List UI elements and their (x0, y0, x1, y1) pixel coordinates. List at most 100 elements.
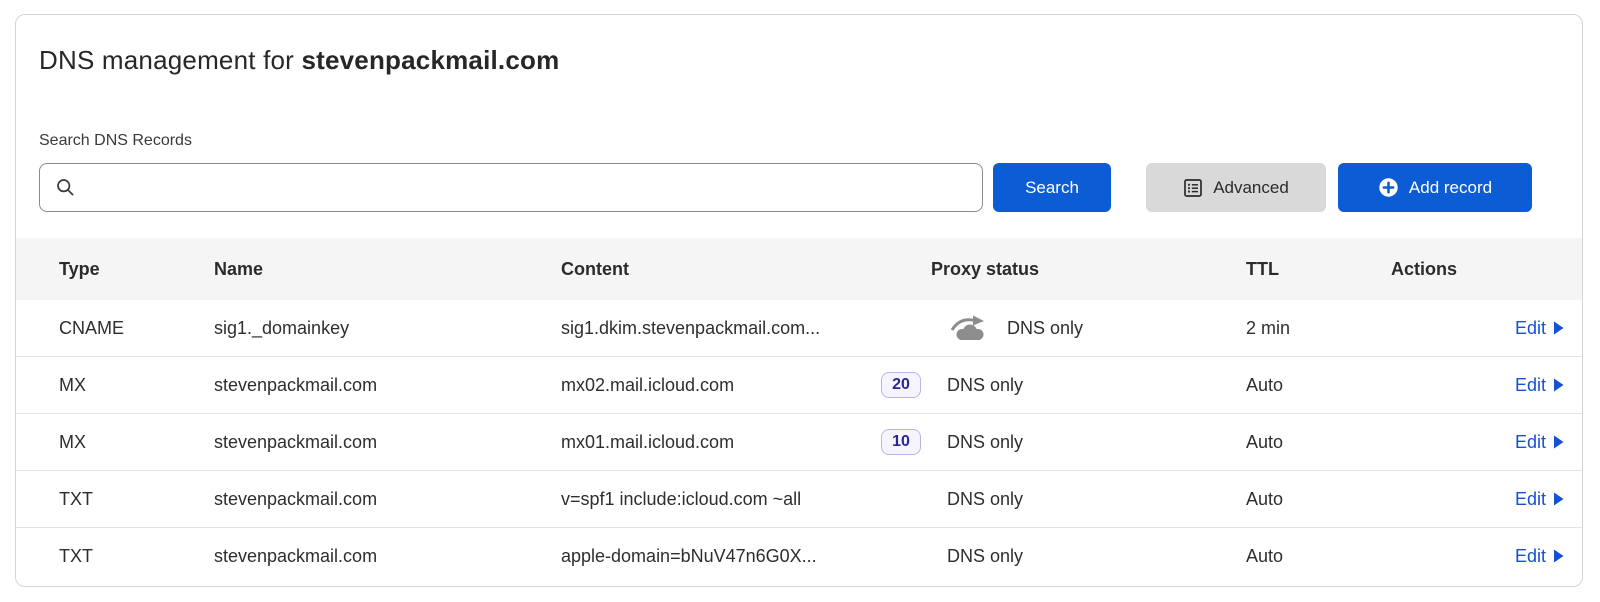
add-record-button[interactable]: Add record (1338, 163, 1532, 212)
record-type: CNAME (59, 318, 124, 338)
record-name: stevenpackmail.com (214, 546, 377, 566)
record-type-cell: CNAME (16, 318, 214, 339)
record-ttl: Auto (1246, 546, 1283, 566)
record-content: mx01.mail.icloud.com (561, 432, 734, 453)
record-actions-cell: Edit (1391, 489, 1582, 510)
record-type: TXT (59, 489, 93, 509)
search-input-container[interactable] (39, 163, 983, 212)
dns-management-card: DNS management for stevenpackmail.com Se… (15, 14, 1583, 587)
header-name: Name (214, 259, 561, 280)
record-ttl: 2 min (1246, 318, 1290, 338)
edit-link-label: Edit (1515, 546, 1546, 567)
proxy-status-cell: DNS only (931, 313, 1246, 343)
record-name-cell: stevenpackmail.com (214, 432, 561, 453)
proxy-status-cell: DNS only (931, 375, 1246, 396)
edit-record-link[interactable]: Edit (1515, 375, 1564, 396)
record-ttl-cell: Auto (1246, 546, 1391, 567)
add-record-button-label: Add record (1409, 178, 1492, 198)
record-content: apple-domain=bNuV47n6G0X... (561, 546, 817, 567)
page-title: DNS management for stevenpackmail.com (39, 45, 1582, 76)
chevron-right-icon (1553, 435, 1564, 449)
table-row: MX stevenpackmail.com mx02.mail.icloud.c… (16, 356, 1582, 413)
advanced-button[interactable]: Advanced (1146, 163, 1326, 212)
record-actions-cell: Edit (1391, 432, 1582, 453)
proxy-status-label: DNS only (1007, 318, 1083, 339)
chevron-right-icon (1553, 321, 1564, 335)
record-type: MX (59, 432, 86, 452)
record-actions-cell: Edit (1391, 375, 1582, 396)
plus-circle-icon (1378, 177, 1399, 198)
search-input[interactable] (76, 178, 982, 198)
header-content: Content (561, 259, 931, 280)
page-title-prefix: DNS management for (39, 45, 301, 75)
edit-link-label: Edit (1515, 375, 1546, 396)
chevron-right-icon (1553, 492, 1564, 506)
record-ttl: Auto (1246, 375, 1283, 395)
record-name-cell: stevenpackmail.com (214, 375, 561, 396)
advanced-button-label: Advanced (1213, 178, 1289, 198)
record-ttl: Auto (1246, 489, 1283, 509)
chevron-right-icon (1553, 378, 1564, 392)
record-name-cell: stevenpackmail.com (214, 546, 561, 567)
record-name: stevenpackmail.com (214, 375, 377, 395)
proxy-status-label: DNS only (947, 489, 1023, 510)
page-title-domain: stevenpackmail.com (301, 45, 559, 75)
cloud-dns-only-icon (947, 313, 991, 343)
proxy-status-label: DNS only (947, 375, 1023, 396)
table-row: TXT stevenpackmail.com apple-domain=bNuV… (16, 527, 1582, 584)
record-content: v=spf1 include:icloud.com ~all (561, 489, 801, 510)
record-content-cell: sig1.dkim.stevenpackmail.com... (561, 318, 931, 339)
record-name: stevenpackmail.com (214, 432, 377, 452)
edit-link-label: Edit (1515, 318, 1546, 339)
edit-record-link[interactable]: Edit (1515, 489, 1564, 510)
record-name: stevenpackmail.com (214, 489, 377, 509)
record-type-cell: TXT (16, 489, 214, 510)
proxy-status-cell: DNS only (931, 432, 1246, 453)
edit-record-link[interactable]: Edit (1515, 432, 1564, 453)
record-ttl-cell: Auto (1246, 432, 1391, 453)
table-header-row: Type Name Content Proxy status TTL Actio… (16, 238, 1582, 300)
search-label: Search DNS Records (39, 132, 1582, 150)
edit-link-label: Edit (1515, 489, 1546, 510)
header-type: Type (16, 259, 214, 280)
record-type: TXT (59, 546, 93, 566)
record-type-cell: MX (16, 375, 214, 396)
record-ttl-cell: 2 min (1246, 318, 1391, 339)
proxy-status-label: DNS only (947, 432, 1023, 453)
proxy-status-cell: DNS only (931, 546, 1246, 567)
table-row: TXT stevenpackmail.com v=spf1 include:ic… (16, 470, 1582, 527)
record-type-cell: TXT (16, 546, 214, 567)
record-name-cell: stevenpackmail.com (214, 489, 561, 510)
record-content-cell: mx01.mail.icloud.com 10 (561, 429, 931, 455)
header-proxy-status: Proxy status (931, 259, 1246, 280)
record-content-cell: apple-domain=bNuV47n6G0X... (561, 546, 931, 567)
proxy-status-cell: DNS only (931, 489, 1246, 510)
proxy-status-label: DNS only (947, 546, 1023, 567)
search-button-label: Search (1025, 178, 1079, 198)
record-ttl: Auto (1246, 432, 1283, 452)
edit-link-label: Edit (1515, 432, 1546, 453)
table-body: CNAME sig1._domainkey sig1.dkim.stevenpa… (16, 300, 1582, 584)
header-actions: Actions (1391, 259, 1582, 280)
priority-badge: 20 (881, 372, 921, 398)
edit-record-link[interactable]: Edit (1515, 546, 1564, 567)
priority-badge: 10 (881, 429, 921, 455)
table-row: CNAME sig1._domainkey sig1.dkim.stevenpa… (16, 300, 1582, 356)
search-toolbar: Search Advanced (39, 163, 1582, 212)
record-name-cell: sig1._domainkey (214, 318, 561, 339)
record-content-cell: v=spf1 include:icloud.com ~all (561, 489, 931, 510)
record-actions-cell: Edit (1391, 546, 1582, 567)
record-name: sig1._domainkey (214, 318, 349, 338)
chevron-right-icon (1553, 549, 1564, 563)
header-ttl: TTL (1246, 259, 1391, 280)
table-row: MX stevenpackmail.com mx01.mail.icloud.c… (16, 413, 1582, 470)
record-ttl-cell: Auto (1246, 375, 1391, 396)
advanced-list-icon (1183, 178, 1203, 198)
edit-record-link[interactable]: Edit (1515, 318, 1564, 339)
search-icon (55, 177, 76, 198)
record-ttl-cell: Auto (1246, 489, 1391, 510)
dns-records-table: Type Name Content Proxy status TTL Actio… (16, 238, 1582, 584)
record-type-cell: MX (16, 432, 214, 453)
record-content: mx02.mail.icloud.com (561, 375, 734, 396)
search-button[interactable]: Search (993, 163, 1111, 212)
